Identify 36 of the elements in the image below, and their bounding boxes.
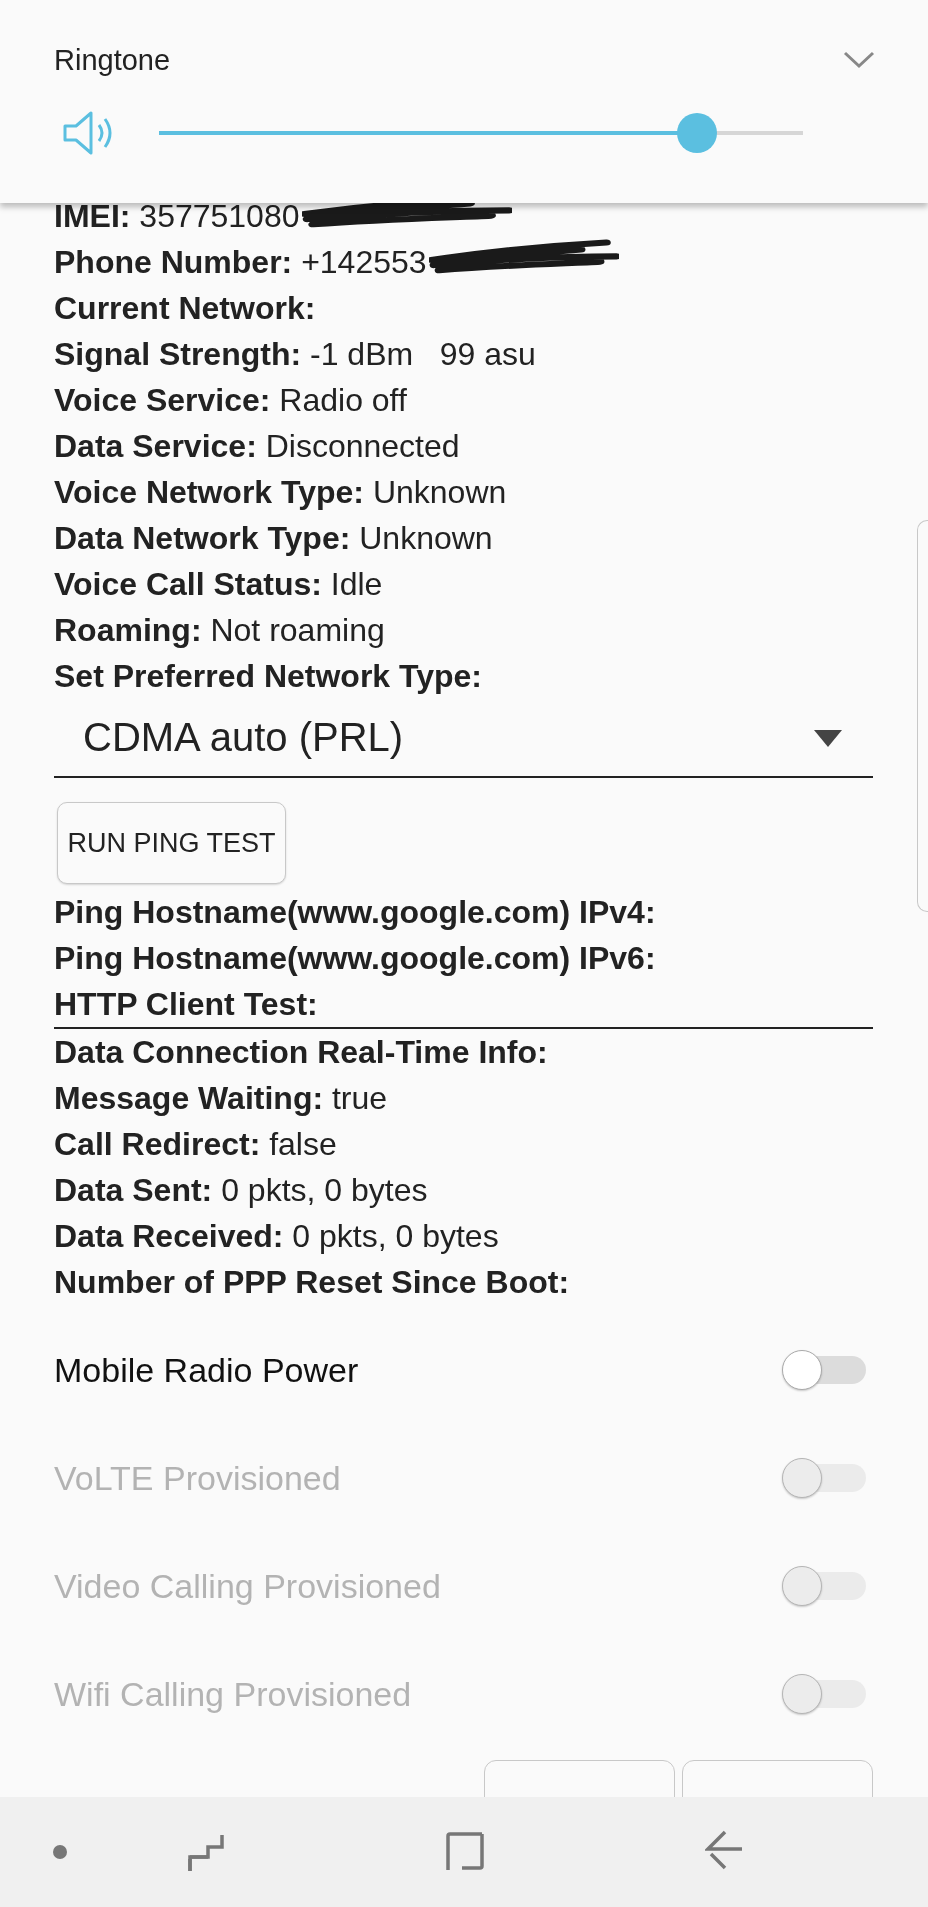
info-line: Voice Call Status: Idle [54, 565, 384, 604]
info-line: HTTP Client Test: [54, 985, 319, 1024]
info-line: Data Received: 0 pkts, 0 bytes [54, 1217, 500, 1256]
info-line: Current Network: [54, 289, 317, 328]
recent-apps-icon[interactable] [188, 1833, 224, 1873]
setting-label: Wifi Calling Provisioned [54, 1674, 412, 1714]
info-line: Data Sent: 0 pkts, 0 bytes [54, 1171, 429, 1210]
network-type-dropdown[interactable]: CDMA auto (PRL) [54, 699, 873, 778]
slider-thumb[interactable] [676, 113, 717, 153]
info-line: Message Waiting: true [54, 1079, 389, 1118]
info-line: Call Redirect: false [54, 1125, 338, 1164]
home-icon[interactable] [446, 1832, 484, 1872]
volume-title: Ringtone [54, 43, 171, 77]
volume-slider[interactable] [159, 113, 803, 153]
back-icon[interactable] [705, 1830, 743, 1870]
info-line: Data Network Type: Unknown [54, 519, 494, 558]
info-line: Voice Network Type: Unknown [54, 473, 508, 512]
info-line: Data Service: Disconnected [54, 427, 461, 466]
info-line: Signal Strength: -1 dBm 99 asu [54, 335, 537, 374]
dot-icon[interactable] [53, 1845, 67, 1859]
info-line: Voice Service: Radio off [54, 381, 408, 420]
edge-panel-handle[interactable] [917, 520, 928, 912]
setting-label: Video Calling Provisioned [54, 1566, 441, 1606]
info-line: Set Preferred Network Type: [54, 657, 483, 696]
toggle-switch[interactable] [782, 1350, 866, 1390]
info-line: Number of PPP Reset Since Boot: [54, 1263, 571, 1302]
info-line: Phone Number: +142553 [54, 239, 873, 285]
info-line: Data Connection Real-Time Info: [54, 1033, 549, 1072]
dropdown-arrow-icon [813, 727, 843, 748]
setting-label: Mobile Radio Power [54, 1350, 359, 1390]
setting-label: VoLTE Provisioned [54, 1458, 341, 1498]
info-line: Ping Hostname(www.google.com) IPv6: [54, 939, 657, 978]
run-ping-test-button[interactable]: RUN PING TEST [57, 802, 286, 884]
info-line: Roaming: Not roaming [54, 611, 386, 650]
info-line: Ping Hostname(www.google.com) IPv4: [54, 893, 657, 932]
chevron-down-icon[interactable] [843, 51, 875, 69]
